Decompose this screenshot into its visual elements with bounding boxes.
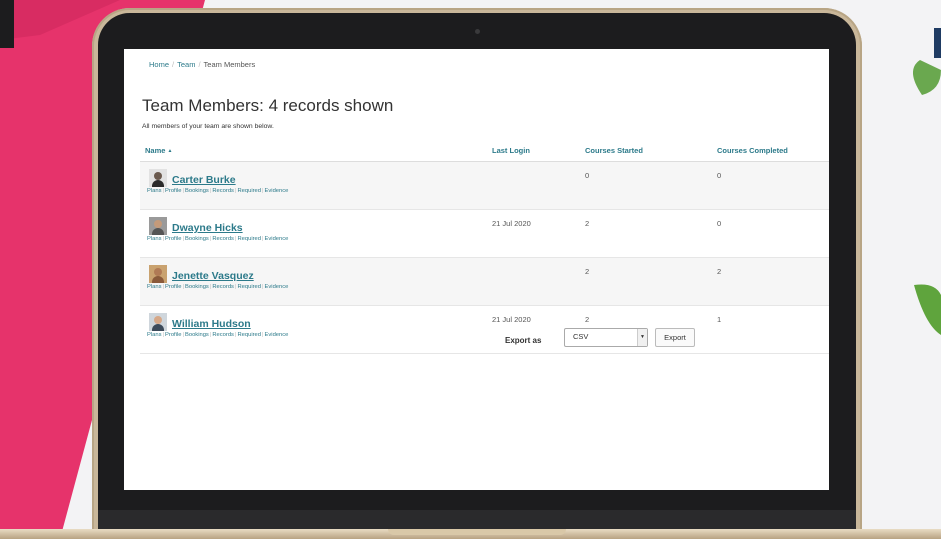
column-header-last-login[interactable]: Last Login <box>487 140 580 162</box>
export-button[interactable]: Export <box>655 328 695 347</box>
avatar <box>149 169 167 187</box>
table-header-row: Name ▲ Last Login Courses Started Course… <box>140 140 829 162</box>
export-label: Export as <box>505 336 542 345</box>
plans-link[interactable]: Plans <box>147 284 162 290</box>
evidence-link[interactable]: Evidence <box>265 236 289 242</box>
profile-link[interactable]: Profile <box>165 188 181 194</box>
sort-ascending-icon: ▲ <box>167 147 173 154</box>
bookings-link[interactable]: Bookings <box>185 332 209 338</box>
column-header-courses-started[interactable]: Courses Started <box>580 140 712 162</box>
courses-started-cell: 0 <box>580 161 712 210</box>
breadcrumb-team[interactable]: Team <box>177 60 195 69</box>
bookings-link[interactable]: Bookings <box>185 188 209 194</box>
bookings-link[interactable]: Bookings <box>185 236 209 242</box>
member-name-link[interactable]: William Hudson <box>172 318 251 330</box>
last-login-cell <box>487 161 580 210</box>
courses-completed-cell: 0 <box>712 161 829 210</box>
courses-completed-cell: 2 <box>712 257 829 306</box>
required-link[interactable]: Required <box>237 236 261 242</box>
breadcrumb-separator: / <box>198 60 201 69</box>
avatar <box>149 313 167 331</box>
evidence-link[interactable]: Evidence <box>265 284 289 290</box>
courses-completed-cell: 0 <box>712 209 829 258</box>
records-link[interactable]: Records <box>212 284 234 290</box>
required-link[interactable]: Required <box>237 332 261 338</box>
chevron-down-icon: ▼ <box>637 329 647 346</box>
member-actions: Plans|Profile|Bookings|Records|Required|… <box>147 236 289 242</box>
column-header-courses-completed[interactable]: Courses Completed <box>712 140 829 162</box>
name-cell: Jenette Vasquez Plans|Profile|Bookings|R… <box>140 257 487 306</box>
profile-link[interactable]: Profile <box>165 236 181 242</box>
evidence-link[interactable]: Evidence <box>265 188 289 194</box>
profile-link[interactable]: Profile <box>165 332 181 338</box>
export-format-select[interactable]: CSV ▼ <box>564 328 648 347</box>
member-actions: Plans|Profile|Bookings|Records|Required|… <box>147 284 289 290</box>
breadcrumb-home[interactable]: Home <box>149 60 169 69</box>
avatar <box>149 265 167 283</box>
courses-started-cell: 2 <box>580 209 712 258</box>
member-actions: Plans|Profile|Bookings|Records|Required|… <box>147 332 289 338</box>
profile-link[interactable]: Profile <box>165 284 181 290</box>
column-header-name[interactable]: Name ▲ <box>140 140 487 162</box>
member-name-link[interactable]: Jenette Vasquez <box>172 270 254 282</box>
name-cell: William Hudson Plans|Profile|Bookings|Re… <box>140 305 487 354</box>
last-login-cell: 21 Jul 2020 <box>487 209 580 258</box>
member-name-link[interactable]: Dwayne Hicks <box>172 222 243 234</box>
breadcrumb-current: Team Members <box>203 60 256 69</box>
member-actions: Plans|Profile|Bookings|Records|Required|… <box>147 188 289 194</box>
team-members-table: Name ▲ Last Login Courses Started Course… <box>140 140 829 354</box>
breadcrumb-separator: / <box>172 60 175 69</box>
table-row: Carter Burke Plans|Profile|Bookings|Reco… <box>140 161 829 210</box>
table-row: William Hudson Plans|Profile|Bookings|Re… <box>140 305 829 354</box>
records-link[interactable]: Records <box>212 188 234 194</box>
table-row: Jenette Vasquez Plans|Profile|Bookings|R… <box>140 257 829 306</box>
breadcrumb: Home / Team / Team Members <box>149 60 255 69</box>
records-link[interactable]: Records <box>212 332 234 338</box>
page-subtitle: All members of your team are shown below… <box>142 123 274 130</box>
camera-dot <box>475 29 480 34</box>
browser-screen: Home / Team / Team Members Team Members: 4 r… <box>124 49 829 490</box>
required-link[interactable]: Required <box>237 284 261 290</box>
required-link[interactable]: Required <box>237 188 261 194</box>
evidence-link[interactable]: Evidence <box>265 332 289 338</box>
last-login-cell <box>487 257 580 306</box>
plans-link[interactable]: Plans <box>147 332 162 338</box>
bookings-link[interactable]: Bookings <box>185 284 209 290</box>
avatar <box>149 217 167 235</box>
records-link[interactable]: Records <box>212 236 234 242</box>
laptop-base-notch <box>388 529 566 535</box>
courses-started-cell: 2 <box>580 257 712 306</box>
plans-link[interactable]: Plans <box>147 188 162 194</box>
table-row: Dwayne Hicks Plans|Profile|Bookings|Reco… <box>140 209 829 258</box>
name-cell: Carter Burke Plans|Profile|Bookings|Reco… <box>140 161 487 210</box>
courses-completed-cell: 1 <box>712 305 829 354</box>
export-format-value: CSV <box>573 332 589 341</box>
name-cell: Dwayne Hicks Plans|Profile|Bookings|Reco… <box>140 209 487 258</box>
page-title: Team Members: 4 records shown <box>142 96 394 115</box>
plans-link[interactable]: Plans <box>147 236 162 242</box>
member-name-link[interactable]: Carter Burke <box>172 174 236 186</box>
